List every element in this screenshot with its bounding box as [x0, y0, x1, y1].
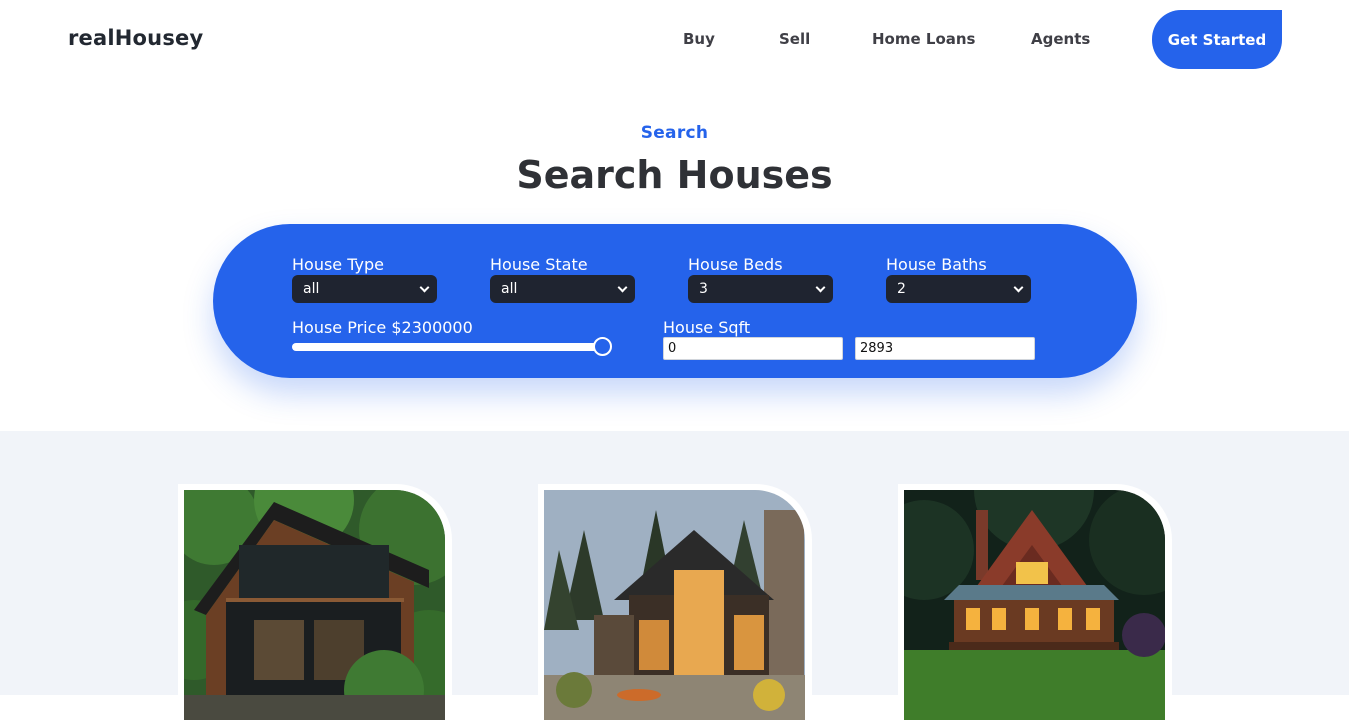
section-kicker: Search	[640, 123, 709, 143]
chevron-down-icon	[419, 282, 430, 293]
listing-card[interactable]	[538, 484, 812, 720]
house-type-filter: House Type all	[292, 256, 437, 303]
search-panel: House Type all House State all House Bed…	[213, 224, 1137, 378]
slider-track	[292, 343, 602, 351]
house-sqft-label: House Sqft	[663, 318, 751, 337]
house-type-label: House Type	[292, 255, 384, 274]
nav-sell-link[interactable]: Sell	[779, 30, 810, 48]
house-baths-value: 2	[897, 281, 906, 297]
brand-logo[interactable]: realHousey	[68, 26, 203, 50]
listing-card[interactable]	[178, 484, 452, 720]
get-started-button[interactable]: Get Started	[1152, 10, 1282, 69]
house-price-slider[interactable]	[292, 337, 612, 357]
house-price-filter: House Price $2300000	[292, 319, 612, 357]
house-price-label: House Price $2300000	[292, 318, 473, 337]
chevron-down-icon	[815, 282, 826, 293]
house-baths-filter: House Baths 2	[886, 256, 1031, 303]
sqft-max-input[interactable]: 2893	[855, 337, 1035, 360]
modern-cabin-photo	[184, 490, 445, 720]
house-beds-value: 3	[699, 281, 708, 297]
house-state-filter: House State all	[490, 256, 635, 303]
slider-thumb[interactable]	[592, 337, 612, 356]
house-baths-label: House Baths	[886, 255, 987, 274]
chevron-down-icon	[617, 282, 628, 293]
mountain-lodge-photo	[544, 490, 805, 720]
sqft-min-input[interactable]: 0	[663, 337, 843, 360]
house-state-value: all	[501, 281, 518, 297]
nav-agents-link[interactable]: Agents	[1031, 30, 1090, 48]
house-sqft-filter: House Sqft	[663, 319, 750, 337]
chevron-down-icon	[1013, 282, 1024, 293]
house-beds-select[interactable]: 3	[688, 275, 833, 303]
log-cabin-photo	[904, 490, 1165, 720]
house-beds-filter: House Beds 3	[688, 256, 833, 303]
house-state-select[interactable]: all	[490, 275, 635, 303]
page-title: Search Houses	[516, 153, 833, 197]
house-baths-select[interactable]: 2	[886, 275, 1031, 303]
house-type-value: all	[303, 281, 320, 297]
listings-section	[0, 431, 1349, 720]
listing-card[interactable]	[898, 484, 1172, 720]
site-header: realHousey Buy Sell Home Loans Agents Ge…	[0, 0, 1349, 80]
nav-home-loans-link[interactable]: Home Loans	[872, 30, 975, 48]
nav-buy-link[interactable]: Buy	[683, 30, 715, 48]
house-beds-label: House Beds	[688, 255, 783, 274]
house-type-select[interactable]: all	[292, 275, 437, 303]
house-state-label: House State	[490, 255, 588, 274]
